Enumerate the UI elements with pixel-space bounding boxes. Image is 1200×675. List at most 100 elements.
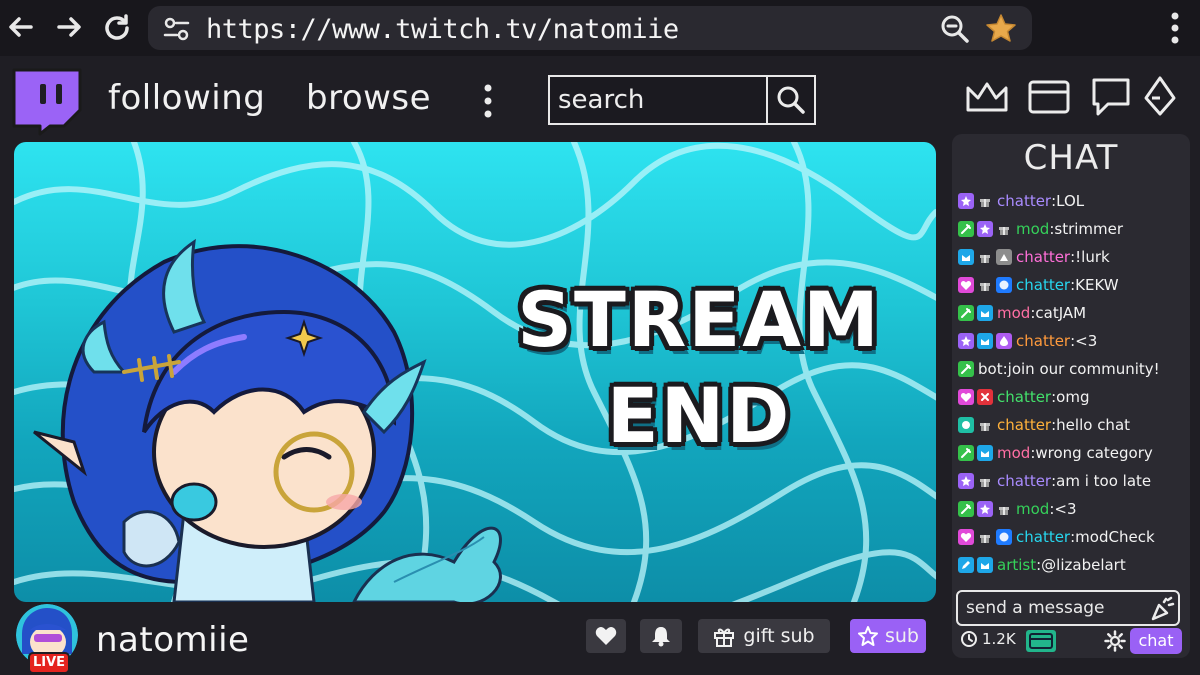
heart-badge-icon[interactable] [958,277,974,293]
chat-message: chatter: modCheck [958,526,1155,548]
chat-text: LOL [1056,192,1085,210]
gear-icon[interactable] [1104,630,1126,652]
viewer-count-value: 1.2K [982,630,1016,648]
chat-message: chatter: omg [958,386,1089,408]
channel-points-icon[interactable] [1026,630,1056,652]
chat-username[interactable]: mod [1016,500,1049,518]
x-badge-icon[interactable] [977,389,993,405]
search-box [548,75,816,125]
notifications-button[interactable] [640,619,682,653]
chat-username[interactable]: chatter [997,472,1051,490]
chat-username[interactable]: chatter [997,192,1051,210]
prime-crown-badge-icon[interactable] [958,249,974,265]
site-settings-icon[interactable] [162,14,192,44]
follow-button[interactable] [586,619,626,653]
prime-crown-badge-icon[interactable] [977,557,993,573]
star-badge-icon[interactable] [958,193,974,209]
chat-username[interactable]: mod [997,444,1030,462]
reload-icon[interactable] [100,10,134,44]
chat-username[interactable]: chatter [1016,276,1070,294]
twitch-logo-icon[interactable] [10,66,84,136]
heart-icon [595,627,617,645]
star-badge-icon[interactable] [977,221,993,237]
whispers-icon[interactable] [1088,74,1134,120]
chat-send-button[interactable]: chat [1130,628,1182,654]
chat-message: chatter: am i too late [958,470,1151,492]
chat-message: chatter: hello chat [958,414,1130,436]
chat-username[interactable]: mod [1016,220,1049,238]
browse-link[interactable]: browse [306,78,431,118]
back-arrow-icon[interactable] [4,10,38,44]
star-badge-icon[interactable] [977,501,993,517]
drop-badge-icon[interactable] [996,333,1012,349]
chat-title: CHAT [1023,138,1119,178]
inbox-icon[interactable] [1026,74,1072,120]
chat-text: omg [1056,388,1090,406]
chat-message: mod: <3 [958,498,1077,520]
chat-username[interactable]: chatter [997,416,1051,434]
chat-username[interactable]: chatter [1016,248,1070,266]
mod-sword-badge-icon[interactable] [958,305,974,321]
chat-username[interactable]: chatter [1016,528,1070,546]
mod-sword-badge-icon[interactable] [958,501,974,517]
browser-toolbar: https://www.twitch.tv/natomiie [0,0,1200,56]
star-badge-icon[interactable] [958,333,974,349]
bits-icon[interactable] [1140,74,1186,120]
gift-badge-icon[interactable] [977,277,993,293]
stream-title-line2: END [606,371,792,460]
gift-badge-icon[interactable] [977,193,993,209]
heart-badge-icon[interactable] [958,529,974,545]
gift-badge-icon[interactable] [977,473,993,489]
more-menu-icon[interactable] [478,82,498,122]
following-link[interactable]: following [108,78,265,118]
prime-crown-badge-icon[interactable] [977,305,993,321]
hex-badge-icon[interactable] [996,529,1012,545]
forward-arrow-icon[interactable] [52,10,86,44]
chat-message: chatter: LOL [958,190,1084,212]
gift-badge-icon[interactable] [996,501,1012,517]
chat-message: bot: join our community! [958,358,1160,380]
crown-icon[interactable] [964,74,1010,120]
hex-badge-icon[interactable] [996,277,1012,293]
search-icon [777,86,805,114]
gift-badge-icon[interactable] [977,529,993,545]
chat-username[interactable]: chatter [997,388,1051,406]
gift-icon [714,628,735,647]
chat-username[interactable]: bot [978,360,1003,378]
prime-crown-badge-icon[interactable] [977,333,993,349]
chat-username[interactable]: chatter [1016,332,1070,350]
url-text[interactable]: https://www.twitch.tv/natomiie [206,14,679,45]
chat-input[interactable] [956,590,1180,626]
gift-badge-icon[interactable] [977,417,993,433]
gray-badge-icon[interactable] [996,249,1012,265]
stream-player[interactable]: STREAM END [14,142,936,602]
chat-text: <3 [1075,332,1098,350]
channel-name[interactable]: natomiie [96,620,249,660]
chibi-mermaid-illustration [33,238,502,602]
address-bar[interactable]: https://www.twitch.tv/natomiie [148,6,1032,50]
gift-badge-icon[interactable] [996,221,1012,237]
mod-sword-badge-icon[interactable] [958,361,974,377]
star-badge-icon[interactable] [958,473,974,489]
gift-badge-icon[interactable] [977,249,993,265]
zoom-out-icon[interactable] [938,12,972,46]
search-button[interactable] [766,77,814,123]
heart-badge-icon[interactable] [958,389,974,405]
chat-username[interactable]: artist [997,556,1036,574]
chat-username[interactable]: mod [997,304,1030,322]
subscribe-button[interactable]: sub [850,619,926,653]
party-popper-icon[interactable] [1150,596,1176,622]
chat-text: modCheck [1075,528,1155,546]
teal-badge-icon[interactable] [958,417,974,433]
artist-pencil-badge-icon[interactable] [958,557,974,573]
chat-text: am i too late [1056,472,1152,490]
gift-sub-button[interactable]: gift sub [698,619,830,653]
mod-sword-badge-icon[interactable] [958,445,974,461]
search-input[interactable] [550,77,768,123]
bell-icon [652,627,670,647]
bookmark-star-icon[interactable] [984,12,1018,46]
chat-text: @lizabelart [1041,556,1126,574]
mod-sword-badge-icon[interactable] [958,221,974,237]
prime-crown-badge-icon[interactable] [977,445,993,461]
browser-menu-icon[interactable] [1160,10,1190,46]
